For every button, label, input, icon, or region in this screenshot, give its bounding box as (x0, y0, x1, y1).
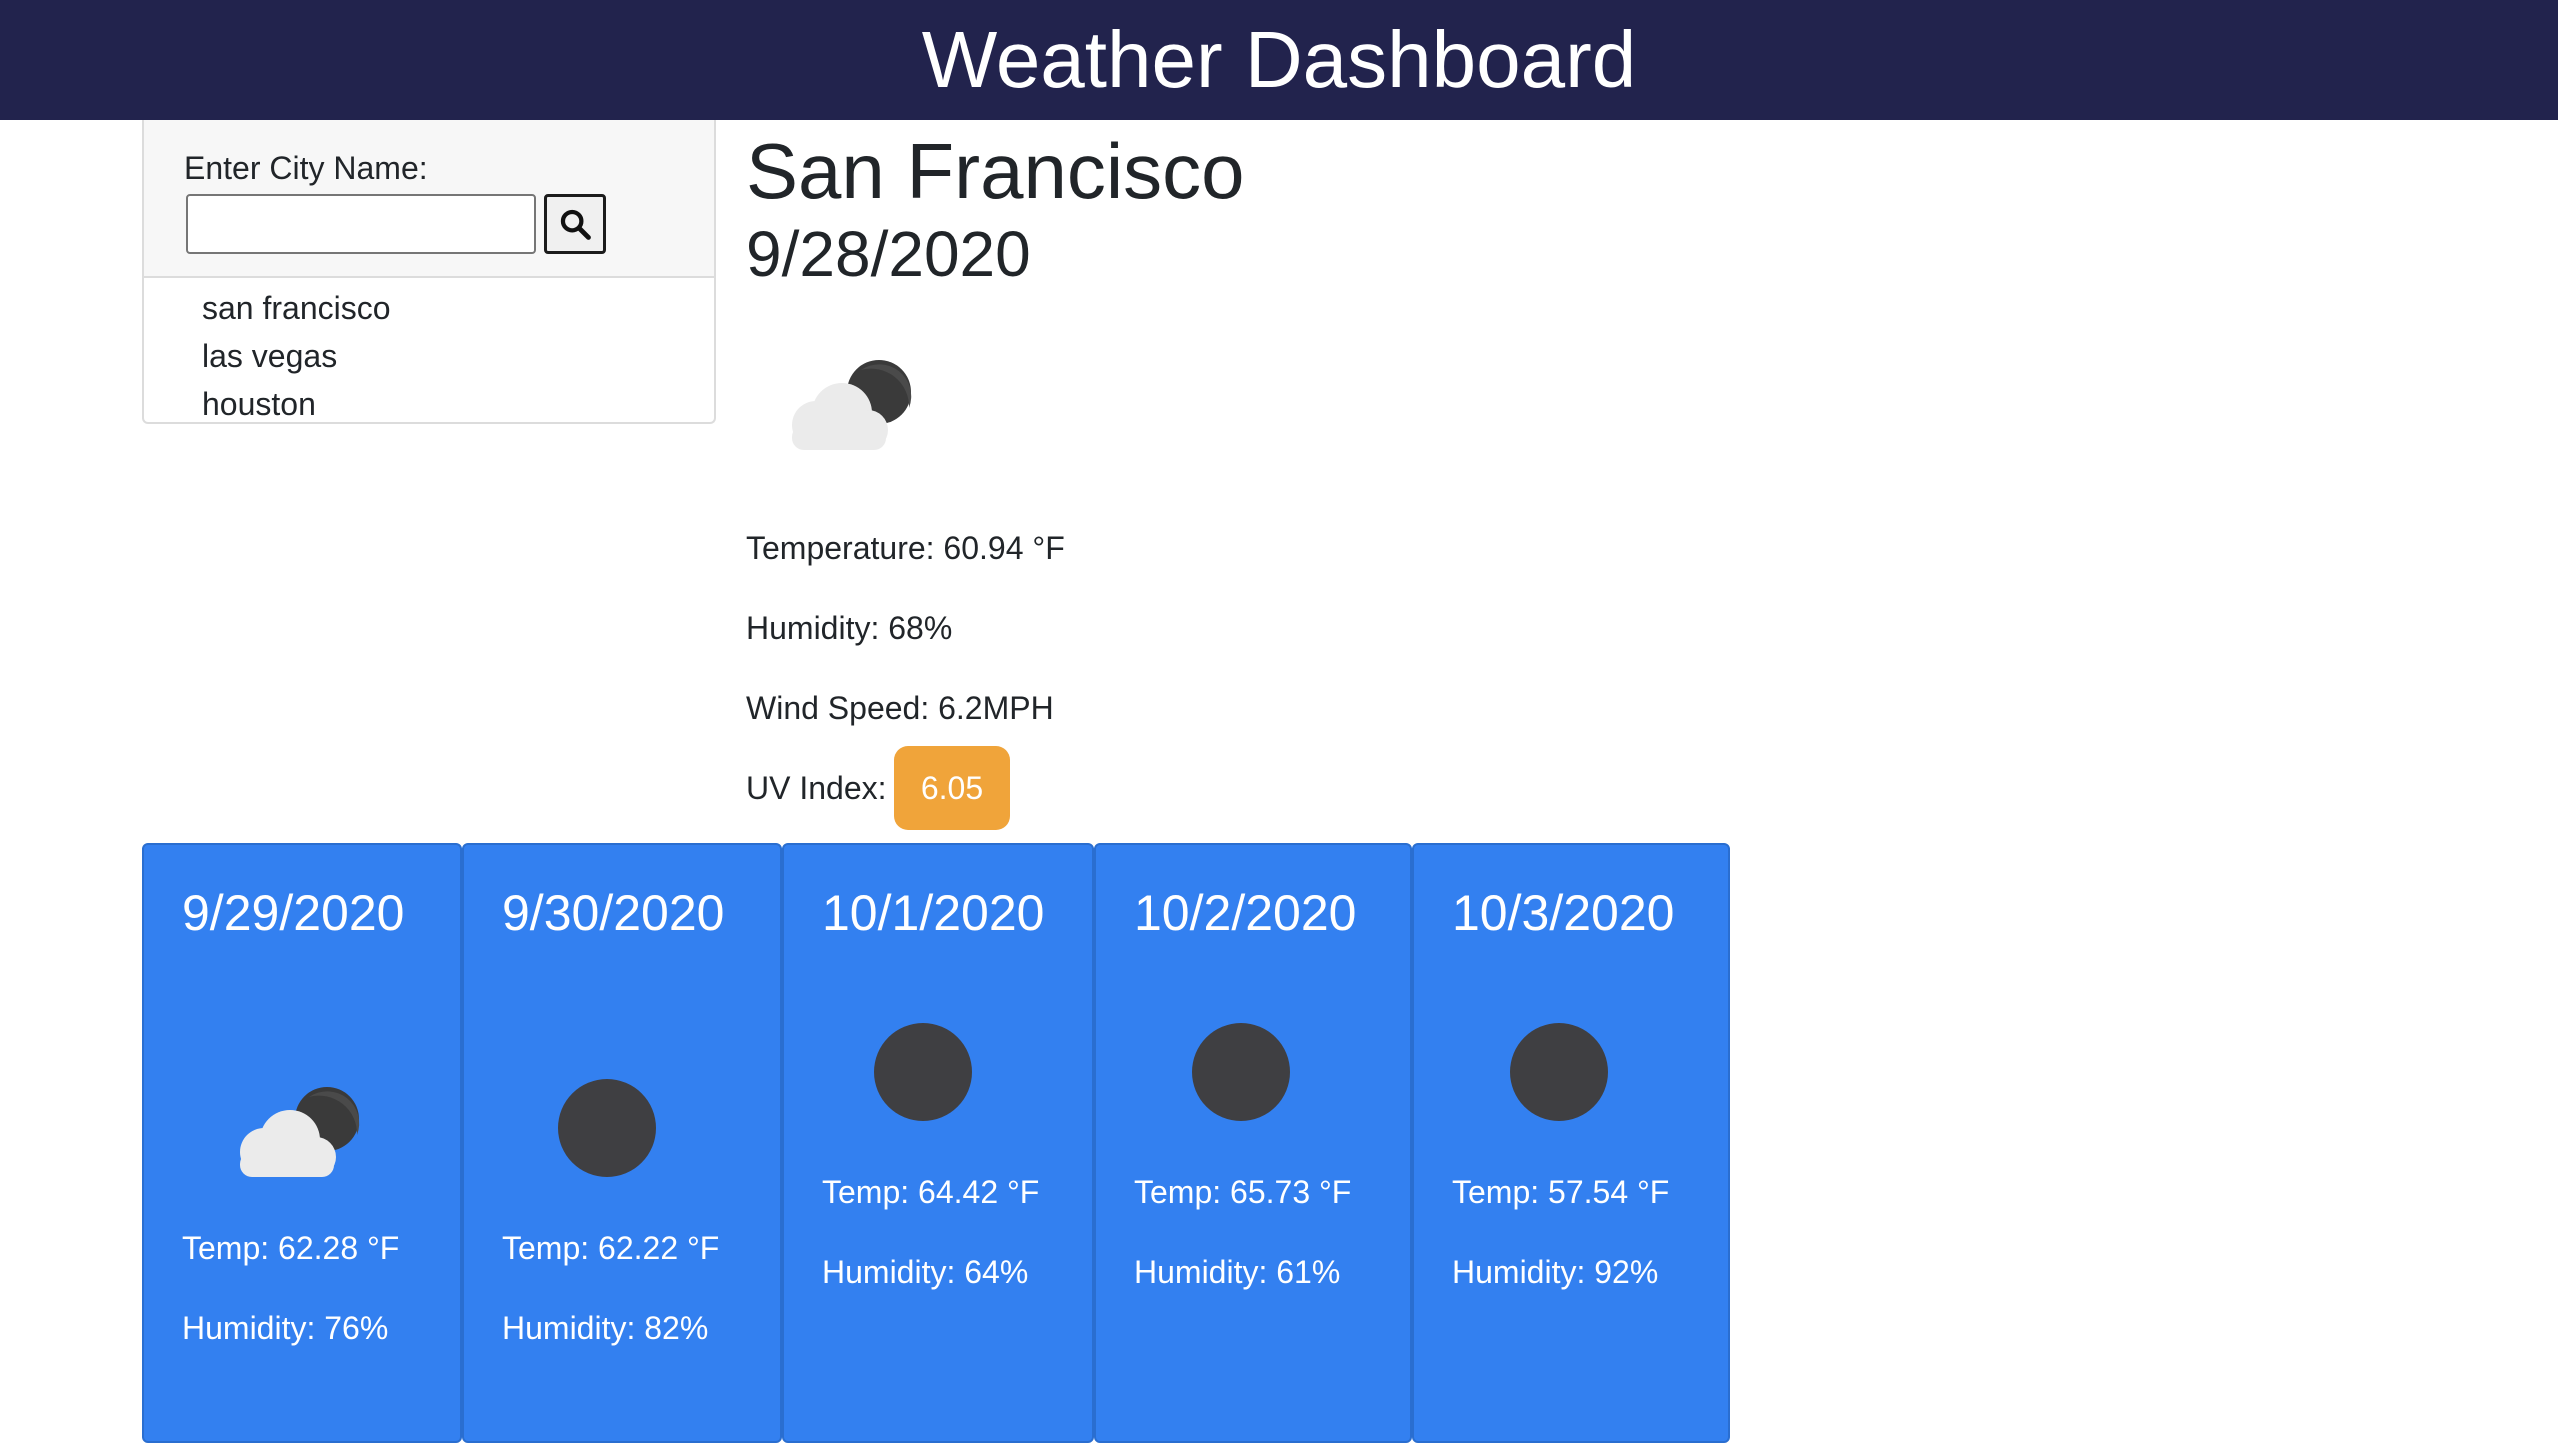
history-item-san-francisco[interactable]: san francisco (202, 284, 391, 332)
forecast-humidity: Humidity: 64% (822, 1254, 1029, 1290)
forecast-humidity: Humidity: 76% (182, 1310, 389, 1346)
clear-night-icon (558, 1079, 656, 1177)
forecast-humidity: Humidity: 92% (1452, 1254, 1659, 1290)
forecast-card: 9/29/2020 Temp: 62.28 °F Humidity: 76% (142, 843, 462, 1443)
search-button[interactable] (544, 194, 606, 254)
partly-cloudy-night-icon (792, 360, 912, 450)
city-search-input[interactable] (186, 194, 536, 254)
clear-night-icon (1192, 1023, 1290, 1121)
search-box: Enter City Name: (144, 120, 714, 278)
forecast-temp: Temp: 64.42 °F (822, 1174, 1040, 1210)
forecast-date: 10/3/2020 (1452, 885, 1675, 941)
forecast-date: 10/1/2020 (822, 885, 1045, 941)
uv-index-label: UV Index: (746, 770, 887, 806)
forecast-date: 9/30/2020 (502, 885, 725, 941)
current-wind-speed: Wind Speed: 6.2MPH (746, 690, 1054, 726)
forecast-temp: Temp: 57.54 °F (1452, 1174, 1670, 1210)
uv-index-badge: 6.05 (894, 746, 1010, 830)
history-item-las-vegas[interactable]: las vegas (202, 332, 391, 380)
forecast-temp: Temp: 62.28 °F (182, 1230, 400, 1266)
search-history-list: san francisco las vegas houston (202, 284, 391, 428)
current-humidity: Humidity: 68% (746, 610, 953, 646)
current-date: 9/28/2020 (746, 218, 1031, 290)
clear-night-icon (1510, 1023, 1608, 1121)
forecast-card: 10/1/2020 Temp: 64.42 °F Humidity: 64% (782, 843, 1094, 1443)
search-panel: Enter City Name: san francisco las vegas… (142, 120, 716, 424)
forecast-card: 10/3/2020 Temp: 57.54 °F Humidity: 92% (1412, 843, 1730, 1443)
history-item-houston[interactable]: houston (202, 380, 391, 428)
forecast-card: 9/30/2020 Temp: 62.22 °F Humidity: 82% (462, 843, 782, 1443)
app-header: Weather Dashboard (0, 0, 2558, 120)
forecast-humidity: Humidity: 82% (502, 1310, 709, 1346)
partly-cloudy-night-icon (240, 1087, 360, 1177)
forecast-temp: Temp: 65.73 °F (1134, 1174, 1352, 1210)
forecast-date: 9/29/2020 (182, 885, 405, 941)
forecast-date: 10/2/2020 (1134, 885, 1357, 941)
city-name-label: Enter City Name: (184, 150, 428, 186)
clear-night-icon (874, 1023, 972, 1121)
current-city-name: San Francisco (746, 127, 1245, 215)
forecast-humidity: Humidity: 61% (1134, 1254, 1341, 1290)
search-icon (560, 209, 591, 240)
forecast-temp: Temp: 62.22 °F (502, 1230, 720, 1266)
current-temperature: Temperature: 60.94 °F (746, 530, 1065, 566)
uv-index-value: 6.05 (920, 769, 984, 806)
page-title: Weather Dashboard (921, 15, 1637, 104)
forecast-card: 10/2/2020 Temp: 65.73 °F Humidity: 61% (1094, 843, 1412, 1443)
